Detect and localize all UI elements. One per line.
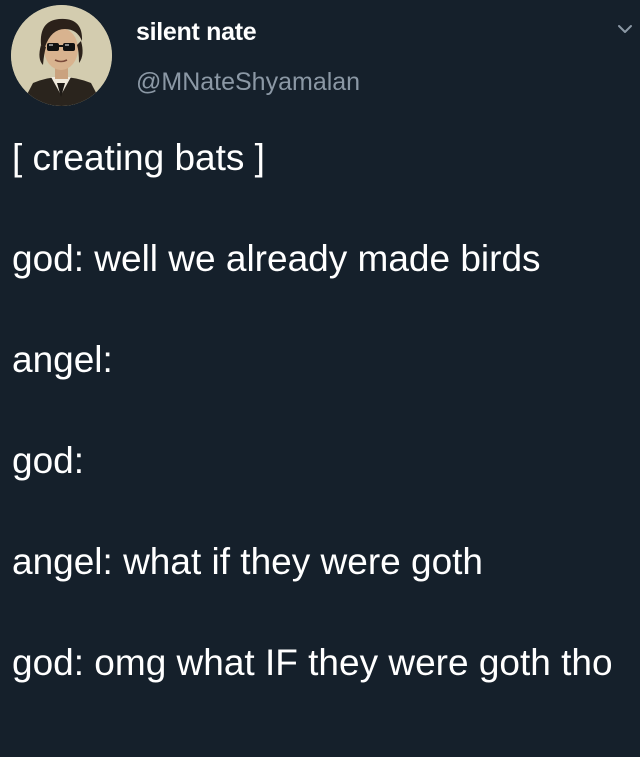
- tweet-line: god:: [12, 440, 85, 481]
- author-display-name[interactable]: silent nate: [136, 18, 257, 47]
- tweet-line: angel:: [12, 339, 113, 380]
- tweet-line: god: omg what IF they were goth tho: [12, 642, 613, 683]
- tweet-line: angel: what if they were goth: [12, 541, 484, 582]
- chevron-down-icon[interactable]: [616, 20, 634, 38]
- author-handle[interactable]: @MNateShyamalan: [136, 68, 360, 97]
- avatar[interactable]: [11, 5, 112, 106]
- tweet-text: [ creating bats ] god: well we already m…: [12, 131, 627, 690]
- tweet-line: [ creating bats ]: [12, 137, 265, 178]
- portrait-avatar-icon: [11, 5, 112, 106]
- tweet-line: god: well we already made birds: [12, 238, 541, 279]
- tweet: silent nate @MNateShyamalan [ creating b…: [0, 0, 640, 757]
